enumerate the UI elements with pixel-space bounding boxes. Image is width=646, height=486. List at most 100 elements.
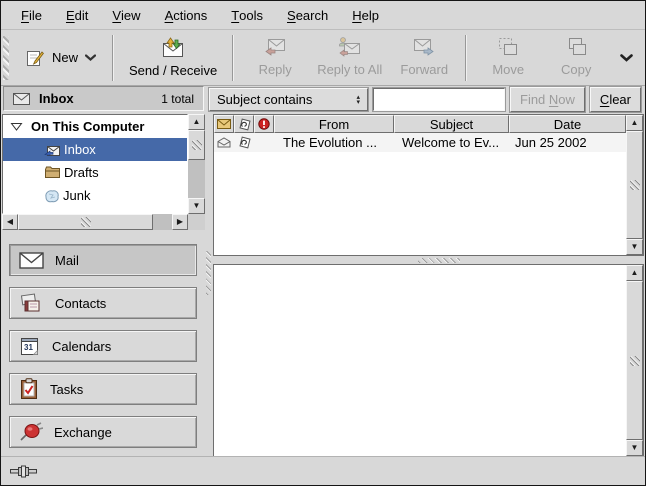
menu-search[interactable]: Search: [275, 1, 340, 29]
reply-button[interactable]: Reply: [241, 33, 309, 82]
scroll-right-icon[interactable]: ▶: [172, 214, 188, 230]
column-attachment[interactable]: [234, 115, 254, 133]
preview-scrollbar[interactable]: ▲ ▼: [626, 265, 643, 456]
scroll-down-icon[interactable]: ▼: [626, 440, 643, 456]
send-receive-button[interactable]: Send / Receive: [121, 32, 225, 83]
scrollbar-thumb[interactable]: [626, 281, 643, 440]
calendar-icon: 31: [19, 336, 41, 357]
toolbar-overflow-chevron-icon[interactable]: [620, 54, 633, 62]
scrollbar-thumb[interactable]: [188, 130, 205, 160]
reply-icon: [262, 36, 288, 58]
inbox-envelope-icon: [13, 93, 30, 105]
label-mnemonic: C: [600, 92, 609, 107]
scroll-down-icon[interactable]: ▼: [188, 198, 205, 214]
message-list-scrollbar[interactable]: ▲ ▼: [626, 115, 643, 255]
copy-button[interactable]: Copy: [542, 33, 610, 82]
folder-tree-panel: On This Computer Inbox Drafts: [2, 114, 205, 230]
label-mnemonic: N: [549, 92, 558, 107]
message-subject: Welcome to Ev...: [394, 135, 509, 150]
find-now-button[interactable]: Find Now: [510, 87, 585, 112]
tree-node-on-this-computer[interactable]: On This Computer: [3, 115, 187, 138]
scroll-down-icon[interactable]: ▼: [626, 239, 643, 255]
status-bar: [1, 456, 645, 485]
reply-to-all-icon: [337, 36, 363, 58]
scrollbar-thumb[interactable]: [18, 214, 153, 230]
column-date[interactable]: Date: [509, 115, 626, 133]
reply-label: Reply: [259, 62, 292, 77]
toolbar-drag-handle[interactable]: [3, 36, 9, 80]
label-mnemonic: H: [352, 8, 361, 23]
folder-tree-vertical-scrollbar[interactable]: ▲ ▼: [188, 114, 205, 214]
chevron-down-icon: [85, 54, 96, 61]
label-part: iew: [121, 8, 141, 23]
exchange-plug-icon: [19, 422, 43, 442]
shortcut-calendars-button[interactable]: 31 Calendars: [9, 330, 197, 362]
message-list: From Subject Date: [213, 114, 644, 256]
shortcut-label: Mail: [55, 253, 79, 268]
toolbar: New Send / Receive Reply Reply to All: [1, 30, 645, 86]
tree-node-inbox[interactable]: Inbox: [3, 138, 187, 161]
preview-pane[interactable]: ▲ ▼: [213, 264, 644, 457]
forward-button[interactable]: Forward: [390, 33, 458, 82]
shortcut-label: Exchange: [54, 425, 112, 440]
main-area: On This Computer Inbox Drafts: [1, 113, 645, 457]
folder-tree-horizontal-scrollbar[interactable]: ◀ ▶: [2, 214, 188, 230]
folder-title: Inbox: [39, 91, 74, 106]
splitter-grip: [418, 258, 460, 263]
label-part: Find: [520, 92, 549, 107]
menu-help[interactable]: Help: [340, 1, 391, 29]
label-mnemonic: F: [21, 8, 29, 23]
scrollbar-track[interactable]: [188, 160, 205, 198]
label-part: lear: [609, 92, 631, 107]
reply-to-all-button[interactable]: Reply to All: [309, 33, 390, 82]
attachment-icon: [238, 136, 251, 149]
thumb-grip: [630, 180, 640, 190]
menu-edit[interactable]: Edit: [54, 1, 100, 29]
scroll-up-icon[interactable]: ▲: [626, 265, 643, 281]
shortcut-mail-button[interactable]: Mail: [9, 244, 197, 276]
column-label: Date: [554, 117, 581, 132]
scroll-up-icon[interactable]: ▲: [188, 114, 205, 130]
shortcut-contacts-button[interactable]: Contacts: [9, 287, 197, 319]
label-part: elp: [362, 8, 379, 23]
menu-tools[interactable]: Tools: [219, 1, 275, 29]
folder-tree: On This Computer Inbox Drafts: [2, 114, 188, 214]
column-message-status[interactable]: [214, 115, 234, 133]
scrollbar-track[interactable]: [153, 214, 172, 230]
column-subject[interactable]: Subject: [394, 115, 509, 133]
column-importance[interactable]: [254, 115, 274, 133]
column-label: Subject: [430, 117, 473, 132]
new-button[interactable]: New: [16, 42, 105, 74]
move-label: Move: [492, 62, 524, 77]
scroll-up-icon[interactable]: ▲: [626, 115, 643, 131]
shortcut-label: Tasks: [50, 382, 83, 397]
message-list-header: From Subject Date: [214, 115, 626, 133]
scroll-left-icon[interactable]: ◀: [2, 214, 18, 230]
menu-actions[interactable]: Actions: [153, 1, 220, 29]
menu-bar: File Edit View Actions Tools Search Help: [1, 1, 645, 30]
online-status-connector-icon[interactable]: [10, 465, 40, 478]
move-button[interactable]: Move: [474, 33, 542, 82]
menu-view[interactable]: View: [100, 1, 152, 29]
search-bar: Subject contains ▴ ▾ Find Now Clear: [206, 86, 644, 113]
shortcut-tasks-button[interactable]: Tasks: [9, 373, 197, 405]
scrollbar-thumb[interactable]: [626, 131, 643, 239]
expander-triangle-icon[interactable]: [10, 122, 23, 132]
open-envelope-icon: [217, 137, 231, 148]
shortcut-exchange-button[interactable]: Exchange: [9, 416, 197, 448]
tree-node-junk[interactable]: Junk: [3, 184, 187, 207]
vertical-pane-splitter[interactable]: [205, 113, 213, 457]
search-input[interactable]: [373, 88, 505, 111]
message-date: Jun 25 2002: [509, 135, 626, 150]
horizontal-pane-splitter[interactable]: [213, 256, 644, 264]
folder-title-bar: Inbox 1 total: [3, 86, 204, 111]
menu-file[interactable]: File: [9, 1, 54, 29]
search-criteria-dropdown[interactable]: Subject contains ▴ ▾: [209, 88, 368, 111]
message-read-status: [214, 137, 234, 148]
label-mnemonic: T: [231, 8, 239, 23]
label-mnemonic: V: [112, 8, 121, 23]
clear-button[interactable]: Clear: [590, 87, 641, 112]
tree-node-drafts[interactable]: Drafts: [3, 161, 187, 184]
message-row[interactable]: The Evolution ... Welcome to Ev... Jun 2…: [214, 133, 626, 152]
column-from[interactable]: From: [274, 115, 394, 133]
